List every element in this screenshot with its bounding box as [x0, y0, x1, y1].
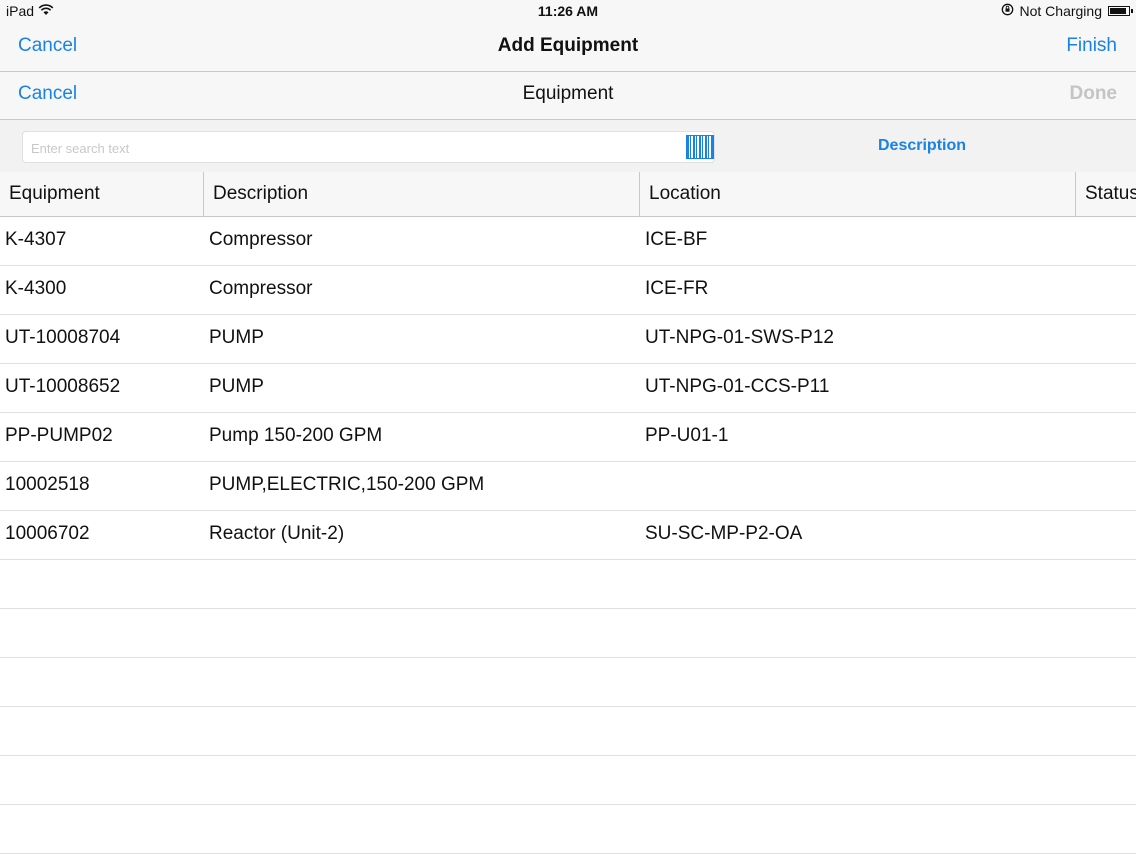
location-cell: PP-U01-1: [645, 425, 729, 446]
status-cell: [1081, 315, 1136, 363]
description-cell: PUMP,ELECTRIC,150-200 GPM: [209, 474, 485, 495]
status-cell: [1081, 511, 1136, 559]
table-row[interactable]: UT-10008652 PUMP UT-NPG-01-CCS-P11: [0, 364, 1136, 413]
equipment-cell: 10002518: [5, 474, 90, 495]
empty-row: [0, 658, 1136, 707]
table-row[interactable]: UT-10008704 PUMP UT-NPG-01-SWS-P12: [0, 315, 1136, 364]
search-input[interactable]: [29, 136, 683, 160]
equipment-cell: PP-PUMP02: [5, 425, 113, 446]
location-cell: SU-SC-MP-P2-OA: [645, 523, 803, 544]
description-cell: PUMP: [209, 376, 264, 397]
status-bar: iPad 11:26 AM Not Charging: [0, 0, 1136, 24]
finish-button[interactable]: Finish: [1066, 35, 1117, 57]
column-header-status[interactable]: Status: [1076, 172, 1136, 216]
done-button[interactable]: Done: [1070, 83, 1118, 105]
description-cell: Pump 150-200 GPM: [209, 425, 383, 446]
equipment-list: K-4307 Compressor ICE-BF K-4300 Compress…: [0, 217, 1136, 854]
empty-row: [0, 609, 1136, 658]
equipment-cell: K-4307: [5, 229, 67, 250]
status-cell: [1081, 364, 1136, 412]
sub-title: Equipment: [522, 83, 614, 104]
description-cell: Reactor (Unit-2): [209, 523, 345, 544]
status-right: Not Charging: [1001, 3, 1133, 19]
search-box: [22, 131, 715, 163]
column-header-description[interactable]: Description: [204, 172, 640, 216]
charging-status: Not Charging: [1019, 3, 1103, 19]
table-row[interactable]: 10002518 PUMP,ELECTRIC,150-200 GPM: [0, 462, 1136, 511]
equipment-cell: K-4300: [5, 278, 67, 299]
empty-row: [0, 560, 1136, 609]
status-cell: [1081, 266, 1136, 314]
sub-navigation-bar: Cancel Equipment Done: [0, 72, 1136, 120]
page-title: Add Equipment: [497, 35, 639, 56]
equipment-cell: UT-10008704: [5, 327, 121, 348]
location-cell: ICE-BF: [645, 229, 708, 250]
column-header-location[interactable]: Location: [640, 172, 1076, 216]
table-row[interactable]: 10006702 Reactor (Unit-2) SU-SC-MP-P2-OA: [0, 511, 1136, 560]
status-cell: [1081, 462, 1136, 510]
rotation-lock-icon: [1001, 3, 1014, 19]
status-cell: [1081, 413, 1136, 461]
top-navigation-bar: Cancel Add Equipment Finish: [0, 24, 1136, 72]
description-cell: Compressor: [209, 278, 313, 299]
location-cell: UT-NPG-01-SWS-P12: [645, 327, 834, 348]
description-cell: PUMP: [209, 327, 264, 348]
table-header: Equipment Description Location Status: [0, 172, 1136, 217]
barcode-scan-icon[interactable]: [686, 135, 714, 159]
location-cell: [645, 462, 1070, 510]
column-header-equipment[interactable]: Equipment: [0, 172, 204, 216]
location-cell: ICE-FR: [645, 278, 709, 299]
empty-row: [0, 707, 1136, 756]
battery-icon: [1108, 6, 1133, 16]
location-cell: UT-NPG-01-CCS-P11: [645, 376, 830, 397]
equipment-cell: UT-10008652: [5, 376, 121, 397]
search-row: Description: [0, 120, 1136, 172]
status-cell: [1081, 217, 1136, 265]
search-field-selector[interactable]: Description: [878, 137, 966, 155]
table-row[interactable]: K-4307 Compressor ICE-BF: [0, 217, 1136, 266]
equipment-cell: 10006702: [5, 523, 90, 544]
table-row[interactable]: PP-PUMP02 Pump 150-200 GPM PP-U01-1: [0, 413, 1136, 462]
empty-row: [0, 805, 1136, 854]
table-row[interactable]: K-4300 Compressor ICE-FR: [0, 266, 1136, 315]
status-time: 11:26 AM: [537, 3, 599, 19]
empty-row: [0, 756, 1136, 805]
description-cell: Compressor: [209, 229, 313, 250]
